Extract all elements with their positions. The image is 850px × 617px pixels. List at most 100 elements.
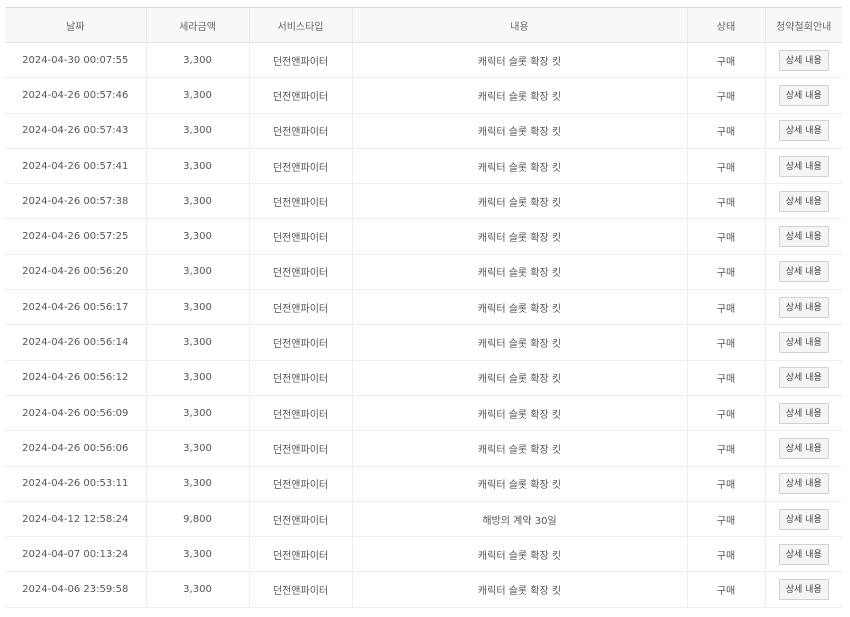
cell-service-type: 던전앤파이터 bbox=[248, 77, 352, 114]
table-header-row: 날짜 세라금액 서비스타입 내용 상태 청약철회안내 bbox=[5, 7, 842, 43]
detail-button[interactable]: 상세 내용 bbox=[778, 508, 829, 530]
cell-withdrawal-info: 상세 내용 bbox=[764, 395, 842, 432]
cell-service-type: 던전앤파이터 bbox=[248, 148, 352, 185]
cell-amount: 3,300 bbox=[145, 466, 249, 502]
detail-button[interactable]: 상세 내용 bbox=[778, 261, 829, 283]
detail-button[interactable]: 상세 내용 bbox=[778, 120, 829, 142]
cell-status: 구매 bbox=[686, 113, 765, 149]
cell-amount: 3,300 bbox=[145, 324, 249, 361]
cell-date: 2024-04-26 00:53:11 bbox=[5, 466, 146, 502]
cell-amount: 3,300 bbox=[145, 360, 249, 396]
cell-content: 캐릭터 슬롯 확장 킷 bbox=[351, 571, 687, 608]
cell-amount: 9,800 bbox=[145, 501, 249, 538]
cell-status: 구매 bbox=[686, 218, 765, 255]
cell-status: 구매 bbox=[686, 148, 765, 185]
cell-withdrawal-info: 상세 내용 bbox=[764, 113, 842, 149]
cell-status: 구매 bbox=[686, 42, 765, 79]
cell-content: 캐릭터 슬롯 확장 킷 bbox=[351, 360, 687, 396]
table-row: 2024-04-07 00:13:24 3,300 던전앤파이터 캐릭터 슬롯 확장 … bbox=[5, 536, 842, 573]
cell-date: 2024-04-06 23:59:58 bbox=[5, 571, 146, 608]
detail-button[interactable]: 상세 내용 bbox=[778, 473, 829, 495]
cell-content: 캐릭터 슬롯 확장 킷 bbox=[351, 77, 687, 114]
cell-amount: 3,300 bbox=[145, 42, 249, 79]
detail-button[interactable]: 상세 내용 bbox=[778, 332, 829, 354]
purchase-history-table: 날짜 세라금액 서비스타입 내용 상태 청약철회안내 2024-04-30 00… bbox=[5, 7, 842, 608]
cell-withdrawal-info: 상세 내용 bbox=[764, 324, 842, 361]
cell-date: 2024-04-26 00:57:43 bbox=[5, 113, 146, 149]
detail-button[interactable]: 상세 내용 bbox=[778, 579, 829, 601]
detail-button[interactable]: 상세 내용 bbox=[778, 190, 829, 212]
cell-service-type: 던전앤파이터 bbox=[248, 113, 352, 149]
cell-service-type: 던전앤파이터 bbox=[248, 254, 352, 291]
cell-content: 캐릭터 슬롯 확장 킷 bbox=[351, 430, 687, 467]
cell-content: 캐릭터 슬롯 확장 킷 bbox=[351, 254, 687, 291]
cell-service-type: 던전앤파이터 bbox=[248, 42, 352, 79]
cell-withdrawal-info: 상세 내용 bbox=[764, 254, 842, 291]
table-row: 2024-04-26 00:56:17 3,300 던전앤파이터 캐릭터 슬롯 확장 … bbox=[5, 289, 842, 326]
cell-status: 구매 bbox=[686, 289, 765, 326]
detail-button[interactable]: 상세 내용 bbox=[778, 402, 829, 424]
cell-service-type: 던전앤파이터 bbox=[248, 360, 352, 396]
cell-service-type: 던전앤파이터 bbox=[248, 395, 352, 432]
table-row: 2024-04-26 00:56:06 3,300 던전앤파이터 캐릭터 슬롯 확장 … bbox=[5, 430, 842, 467]
cell-content: 캐릭터 슬롯 확장 킷 bbox=[351, 218, 687, 255]
cell-content: 캐릭터 슬롯 확장 킷 bbox=[351, 324, 687, 361]
table-row: 2024-04-26 00:57:46 3,300 던전앤파이터 캐릭터 슬롯 확장 … bbox=[5, 77, 842, 114]
detail-button[interactable]: 상세 내용 bbox=[778, 367, 829, 389]
cell-amount: 3,300 bbox=[145, 395, 249, 432]
column-header-service-type: 서비스타입 bbox=[248, 7, 352, 43]
cell-status: 구매 bbox=[686, 466, 765, 502]
cell-status: 구매 bbox=[686, 501, 765, 538]
cell-content: 캐릭터 슬롯 확장 킷 bbox=[351, 148, 687, 185]
cell-withdrawal-info: 상세 내용 bbox=[764, 183, 842, 220]
cell-status: 구매 bbox=[686, 324, 765, 361]
cell-service-type: 던전앤파이터 bbox=[248, 183, 352, 220]
cell-withdrawal-info: 상세 내용 bbox=[764, 536, 842, 573]
table-row: 2024-04-26 00:56:09 3,300 던전앤파이터 캐릭터 슬롯 확장 … bbox=[5, 395, 842, 432]
cell-amount: 3,300 bbox=[145, 113, 249, 149]
cell-service-type: 던전앤파이터 bbox=[248, 571, 352, 608]
detail-button[interactable]: 상세 내용 bbox=[778, 155, 829, 177]
cell-amount: 3,300 bbox=[145, 77, 249, 114]
table-row: 2024-04-26 00:56:14 3,300 던전앤파이터 캐릭터 슬롯 확장 … bbox=[5, 324, 842, 361]
cell-date: 2024-04-26 00:56:20 bbox=[5, 254, 146, 291]
cell-date: 2024-04-26 00:56:17 bbox=[5, 289, 146, 326]
detail-button[interactable]: 상세 내용 bbox=[778, 543, 829, 565]
cell-content: 캐릭터 슬롯 확장 킷 bbox=[351, 42, 687, 79]
column-header-date: 날짜 bbox=[5, 7, 146, 43]
cell-date: 2024-04-26 00:57:46 bbox=[5, 77, 146, 114]
column-header-status: 상태 bbox=[686, 7, 765, 43]
cell-amount: 3,300 bbox=[145, 289, 249, 326]
cell-date: 2024-04-30 00:07:55 bbox=[5, 42, 146, 79]
cell-amount: 3,300 bbox=[145, 536, 249, 573]
cell-status: 구매 bbox=[686, 430, 765, 467]
cell-withdrawal-info: 상세 내용 bbox=[764, 360, 842, 396]
cell-date: 2024-04-07 00:13:24 bbox=[5, 536, 146, 573]
detail-button[interactable]: 상세 내용 bbox=[778, 296, 829, 318]
table-row: 2024-04-06 23:59:58 3,300 던전앤파이터 캐릭터 슬롯 확장 … bbox=[5, 571, 842, 608]
cell-status: 구매 bbox=[686, 536, 765, 573]
column-header-amount: 세라금액 bbox=[145, 7, 249, 43]
detail-button[interactable]: 상세 내용 bbox=[778, 49, 829, 71]
detail-button[interactable]: 상세 내용 bbox=[778, 437, 829, 459]
cell-amount: 3,300 bbox=[145, 571, 249, 608]
cell-status: 구매 bbox=[686, 254, 765, 291]
cell-content: 캐릭터 슬롯 확장 킷 bbox=[351, 289, 687, 326]
cell-content: 캐릭터 슬롯 확장 킷 bbox=[351, 113, 687, 149]
detail-button[interactable]: 상세 내용 bbox=[778, 226, 829, 248]
cell-date: 2024-04-26 00:57:38 bbox=[5, 183, 146, 220]
cell-content: 캐릭터 슬롯 확장 킷 bbox=[351, 183, 687, 220]
cell-date: 2024-04-26 00:57:25 bbox=[5, 218, 146, 255]
table-row: 2024-04-26 00:56:20 3,300 던전앤파이터 캐릭터 슬롯 확장 … bbox=[5, 254, 842, 291]
cell-content: 해방의 계약 30일 bbox=[351, 501, 687, 538]
cell-date: 2024-04-26 00:56:12 bbox=[5, 360, 146, 396]
cell-amount: 3,300 bbox=[145, 183, 249, 220]
table-row: 2024-04-26 00:57:38 3,300 던전앤파이터 캐릭터 슬롯 확장 … bbox=[5, 183, 842, 220]
detail-button[interactable]: 상세 내용 bbox=[778, 84, 829, 106]
column-header-content: 내용 bbox=[351, 7, 687, 43]
cell-content: 캐릭터 슬롯 확장 킷 bbox=[351, 395, 687, 432]
table-row: 2024-04-26 00:57:25 3,300 던전앤파이터 캐릭터 슬롯 확장 … bbox=[5, 218, 842, 255]
cell-service-type: 던전앤파이터 bbox=[248, 324, 352, 361]
cell-withdrawal-info: 상세 내용 bbox=[764, 289, 842, 326]
cell-withdrawal-info: 상세 내용 bbox=[764, 218, 842, 255]
